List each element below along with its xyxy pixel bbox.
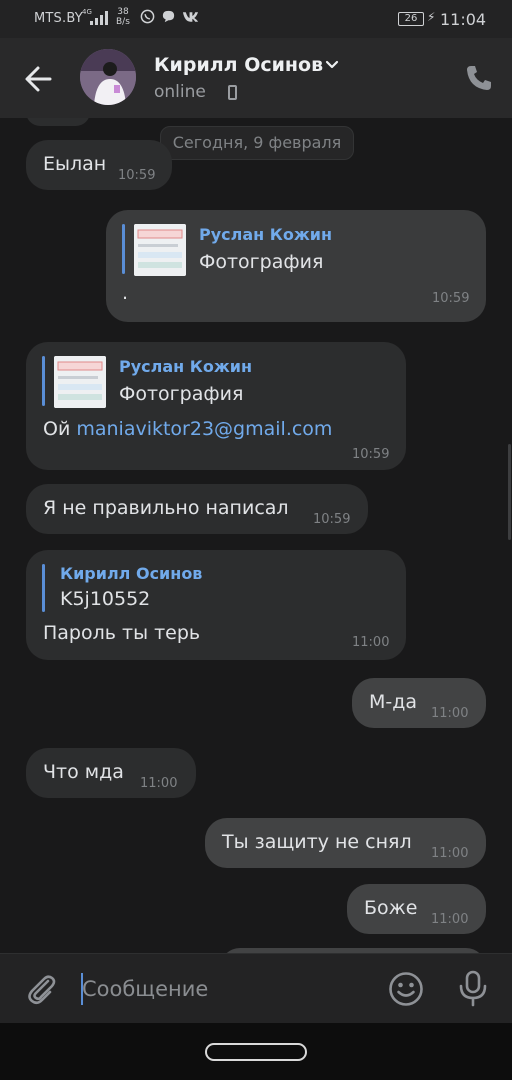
message-bubble[interactable]: Руслан Кожин Фотография Ой maniaviktor23… <box>26 342 406 470</box>
message-bubble[interactable]: Кирилл Осинов K5j10552 Пароль ты терь 11… <box>26 550 406 660</box>
message-bubble[interactable]: Я не правильно написал 10:59 <box>26 484 368 534</box>
message-text: Ты защиту не снял <box>222 831 412 853</box>
message-text: Ой maniaviktor23@gmail.com <box>43 418 332 440</box>
photo-thumbnail[interactable] <box>54 356 106 408</box>
contact-name[interactable]: Кирилл Осинов <box>154 54 323 76</box>
emoji-icon[interactable] <box>388 971 424 1007</box>
message-input[interactable] <box>82 970 372 1008</box>
vk-icon <box>183 11 199 22</box>
notification-icons <box>140 9 199 24</box>
forward-text: Фотография <box>119 383 244 405</box>
email-link[interactable]: maniaviktor23@gmail.com <box>76 418 332 440</box>
forward-indicator <box>42 564 45 612</box>
message-bubble[interactable]: Еылан 10:59 <box>26 140 172 190</box>
mobile-device-icon <box>228 85 237 100</box>
message-list[interactable]: Сегодня, 9 февраля Еылан 10:59 Руслан Ко… <box>0 118 512 953</box>
avatar-image <box>80 49 136 105</box>
message-bubble[interactable]: Ты защиту не снял 11:00 <box>205 818 486 868</box>
photo-preview <box>134 224 186 276</box>
charging-icon: ⚡ <box>427 10 436 24</box>
message-text: Пароль ты терь <box>43 622 201 644</box>
microphone-icon[interactable] <box>456 969 490 1007</box>
avatar[interactable] <box>80 49 136 105</box>
message-text-prefix: Ой <box>43 418 77 440</box>
forward-author[interactable]: Руслан Кожин <box>119 357 252 376</box>
system-navigation-bar <box>0 1023 512 1080</box>
network-speed-unit: B/s <box>116 17 130 27</box>
message-time: 10:59 <box>432 291 470 306</box>
message-text: Боже <box>364 897 418 919</box>
message-time: 11:00 <box>431 846 469 861</box>
home-indicator[interactable] <box>205 1043 307 1061</box>
message-bubble[interactable]: Руслан Кожин Фотография . 10:59 <box>106 210 486 322</box>
message-text: М-да <box>369 691 418 713</box>
carrier-name: MTS.BY <box>34 11 83 26</box>
message-time: 10:59 <box>118 168 156 183</box>
message-text: . <box>122 282 129 304</box>
status-bar: MTS.BY 4G 38 B/s 26 ⚡ 11:04 <box>0 0 512 38</box>
message-text: Что мда <box>43 761 124 783</box>
paperclip-icon[interactable] <box>24 972 58 1006</box>
message-time: 11:00 <box>431 706 469 721</box>
message-bubble-partial <box>26 118 90 126</box>
message-composer <box>0 953 512 1023</box>
message-text: Я не правильно написал <box>43 497 289 519</box>
network-speed-value: 38 <box>117 7 129 17</box>
phone-call-icon[interactable] <box>463 62 495 94</box>
message-bubble[interactable]: М-да 11:00 <box>352 678 486 728</box>
scrollbar[interactable] <box>508 444 511 540</box>
forward-indicator <box>122 224 125 274</box>
chat-icon <box>163 10 175 23</box>
photo-thumbnail[interactable] <box>134 224 186 276</box>
forward-author[interactable]: Руслан Кожин <box>199 225 332 244</box>
back-arrow-icon[interactable] <box>20 60 58 98</box>
viber-icon <box>140 9 155 24</box>
contact-status: online <box>154 82 206 102</box>
message-time: 10:59 <box>313 512 351 527</box>
signal-icon <box>90 11 108 25</box>
forward-indicator <box>42 356 45 406</box>
message-time: 10:59 <box>352 447 390 462</box>
message-time: 11:00 <box>140 776 178 791</box>
battery-icon: 26 <box>398 12 424 26</box>
photo-preview <box>54 356 106 408</box>
forward-author[interactable]: Кирилл Осинов <box>60 564 202 583</box>
network-speed: 38 B/s <box>116 7 130 27</box>
forward-text: K5j10552 <box>60 588 151 610</box>
chat-header: Кирилл Осинов online <box>0 38 512 118</box>
status-time: 11:04 <box>440 10 487 29</box>
date-separator: Сегодня, 9 февраля <box>160 126 354 160</box>
forward-text: Фотография <box>199 251 324 273</box>
message-time: 11:00 <box>431 912 469 927</box>
message-bubble[interactable]: Что мда 11:00 <box>26 748 196 798</box>
message-time: 11:00 <box>352 635 390 650</box>
message-bubble[interactable]: Боже 11:00 <box>347 884 486 934</box>
chevron-down-icon[interactable] <box>325 60 339 70</box>
message-text: Еылан <box>43 153 107 175</box>
